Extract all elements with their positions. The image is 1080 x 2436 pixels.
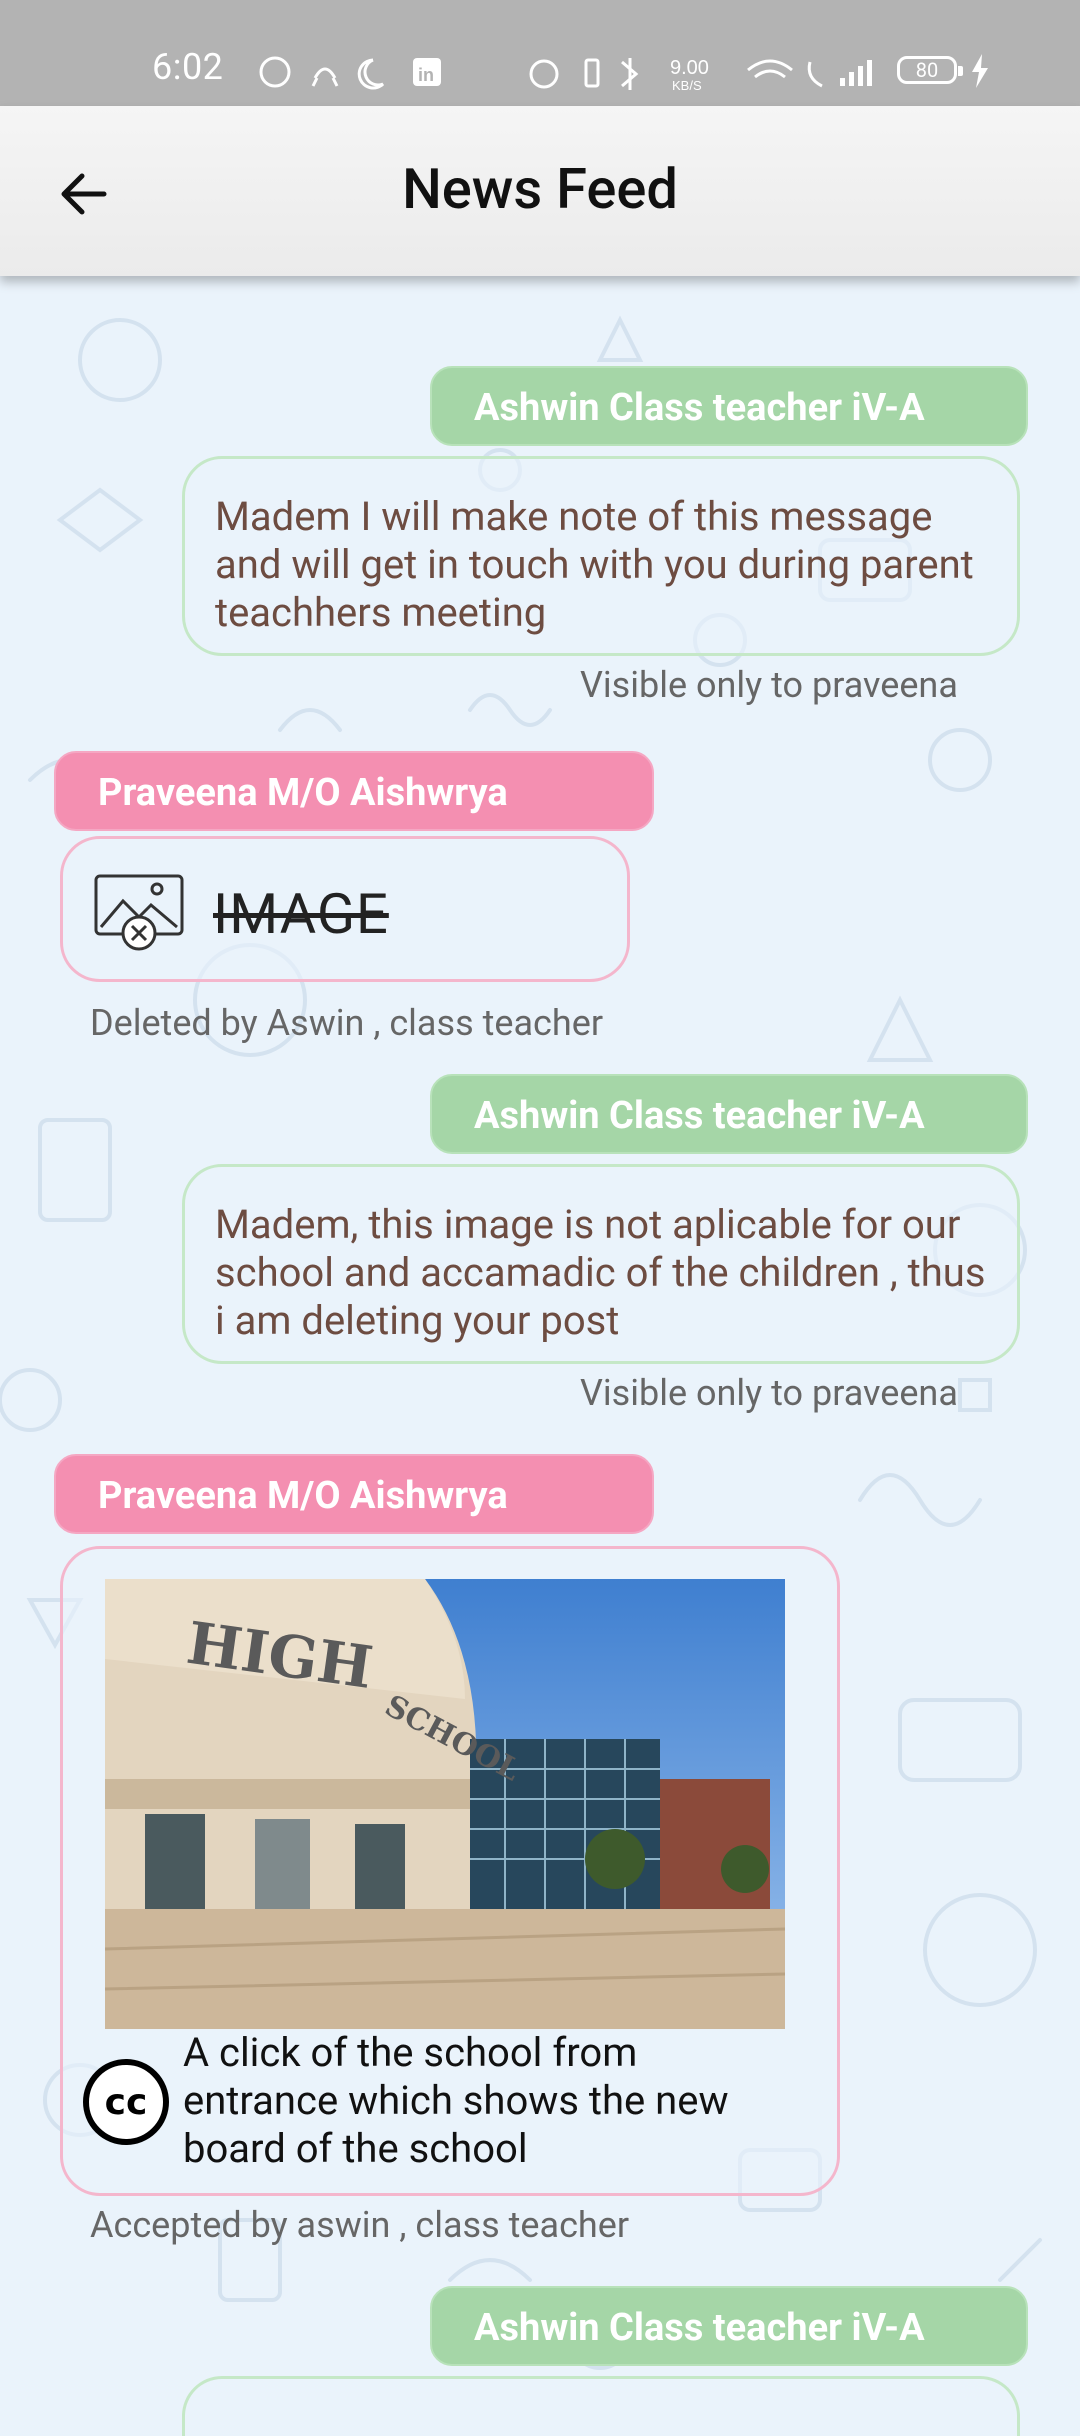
post-photo[interactable]: HIGH SCHOOL [105,1579,785,2029]
status-time: 6:02 [152,46,224,88]
sender-tag-teacher[interactable]: Ashwin Class teacher iV-A [430,1074,1028,1154]
svg-text:9.00: 9.00 [670,57,709,79]
bluetooth-icon [621,58,639,90]
vibrate-icon [584,58,600,88]
moderation-note: Deleted by Aswin , class teacher [90,1002,604,1044]
photo-post-bubble[interactable]: HIGH SCHOOL cc A click of the school fro… [60,1546,840,2196]
sender-tag-parent[interactable]: Praveena M/O Aishwrya [54,1454,654,1534]
deleted-image-bubble[interactable]: IMAGE [60,836,630,982]
svg-text:in: in [418,65,434,85]
charging-icon [972,54,988,88]
visibility-note: Visible only to praveena [580,1372,958,1414]
page-title: News Feed [402,156,678,222]
alarm-icon [529,59,559,89]
image-deleted-icon [94,874,184,951]
app-bar: News Feed [0,106,1080,276]
system-icons: 9.00 KB/S [529,57,872,92]
svg-text:cc: cc [105,2082,148,2123]
signal-icon [840,60,872,86]
cc-icon: cc [83,2059,169,2145]
status-bar: 6:02 in 9.00 KB/S 80 [0,0,1080,106]
deleted-label: IMAGE [213,881,389,947]
wifi-calling-icon [807,61,823,88]
moon-icon [357,58,385,90]
sender-tag-teacher[interactable]: Ashwin Class teacher iV-A [430,366,1028,446]
moderation-note: Accepted by aswin , class teacher [90,2204,630,2246]
message-bubble[interactable]: Madem, this image is not aplicable for o… [182,1164,1020,1364]
sender-tag-teacher[interactable]: Ashwin Class teacher iV-A [430,2286,1028,2366]
svg-text:KB/S: KB/S [672,78,702,92]
whatsapp-icon [259,56,291,88]
sender-tag-parent[interactable]: Praveena M/O Aishwrya [54,751,654,831]
message-bubble[interactable] [182,2376,1020,2436]
visibility-note: Visible only to praveena [580,664,958,706]
notification-icons: in [259,56,441,90]
message-bubble[interactable]: Madem I will make note of this message a… [182,456,1020,656]
post-caption: A click of the school from entrance whic… [183,2029,729,2172]
missed-call-icon [311,67,339,87]
message-text: Madem, this image is not aplicable for o… [215,1201,986,1344]
message-text: Madem I will make note of this message a… [215,493,974,636]
battery-indicator: 80 [897,56,963,84]
wifi-icon [747,59,793,79]
